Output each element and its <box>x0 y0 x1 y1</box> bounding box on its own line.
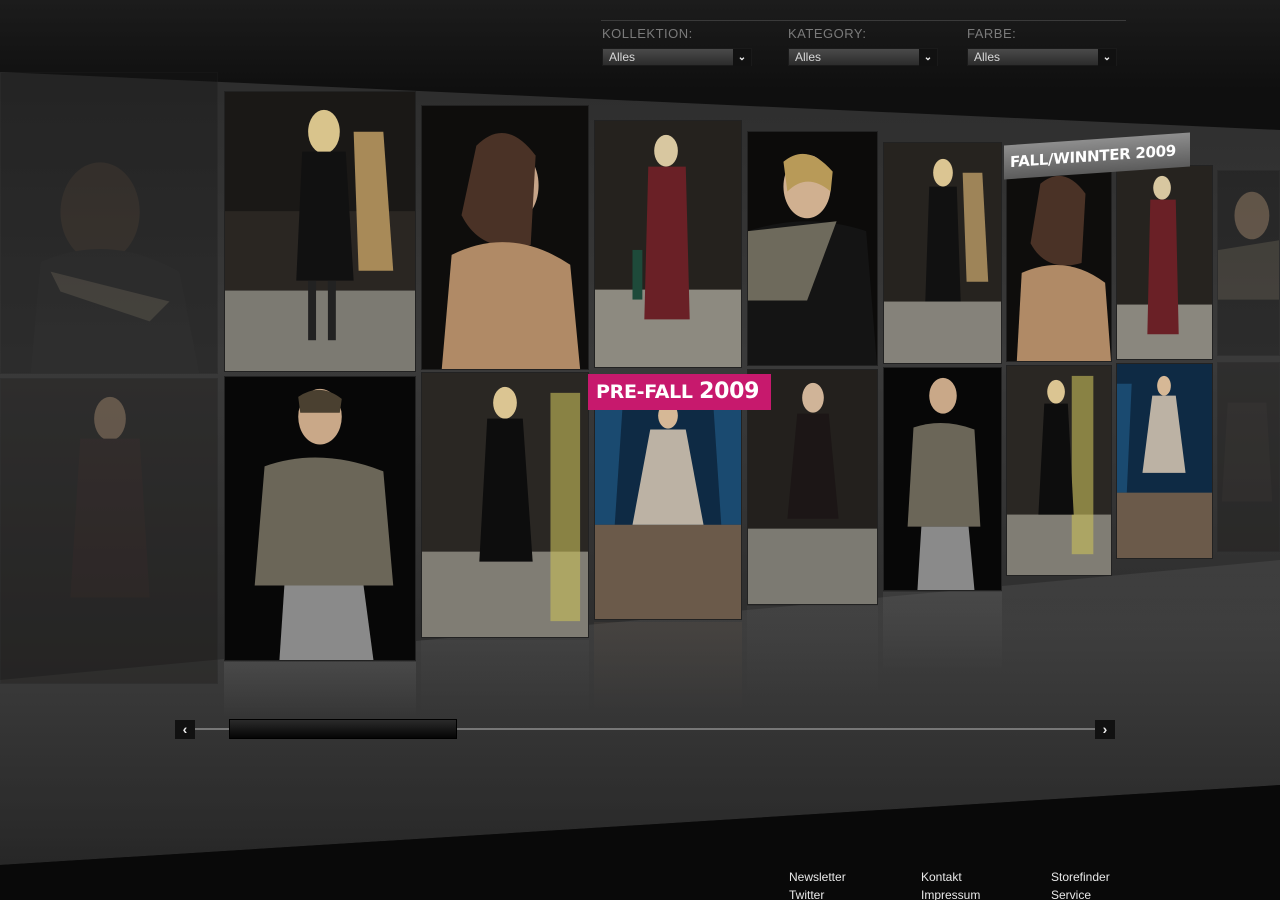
photo-reflection <box>883 592 1002 672</box>
gallery-photo[interactable] <box>421 105 589 370</box>
footer-link-contact[interactable]: Kontakt <box>921 870 962 884</box>
gallery-photo[interactable] <box>1006 163 1112 362</box>
gallery-photo[interactable] <box>0 72 218 374</box>
gallery-photo[interactable] <box>1006 365 1112 576</box>
photo-reflection <box>747 606 878 696</box>
footer-link-newsletter[interactable]: Newsletter <box>789 870 846 884</box>
gallery-photo[interactable] <box>0 378 218 684</box>
gallery-photo[interactable] <box>1116 165 1213 360</box>
footer-link-storefinder[interactable]: Storefinder <box>1051 870 1110 884</box>
gallery-photo[interactable] <box>224 91 416 372</box>
gallery-photo[interactable] <box>594 375 742 620</box>
photo-reflection <box>224 662 416 717</box>
footer-link-service[interactable]: Service <box>1051 888 1091 900</box>
scroll-thumb[interactable] <box>229 719 457 739</box>
gallery-photo[interactable] <box>747 131 878 366</box>
pre-fall-tag-label: PRE-FALL <box>596 381 693 403</box>
gallery-photo[interactable] <box>1116 363 1213 559</box>
pre-fall-tag-year: 2009 <box>699 379 760 404</box>
photo-reflection <box>421 640 589 715</box>
footer-link-imprint[interactable]: Impressum <box>921 888 980 900</box>
lookbook-gallery: FALL/WINNTER 2009 PRE-FALL 2009 <box>0 0 1280 900</box>
gallery-photo[interactable] <box>883 367 1002 591</box>
photo-reflection <box>594 622 742 712</box>
gallery-photo[interactable] <box>1217 362 1280 552</box>
gallery-photo[interactable] <box>421 372 589 638</box>
scroll-right-icon[interactable]: › <box>1095 720 1115 739</box>
gallery-photo[interactable] <box>594 120 742 368</box>
footer-link-twitter[interactable]: Twitter <box>789 888 824 900</box>
gallery-photo[interactable] <box>224 376 416 661</box>
gallery-photo[interactable] <box>1217 170 1280 356</box>
gallery-photo[interactable] <box>883 142 1002 364</box>
scroll-left-icon[interactable]: ‹ <box>175 720 195 739</box>
pre-fall-tag[interactable]: PRE-FALL 2009 <box>588 374 772 410</box>
